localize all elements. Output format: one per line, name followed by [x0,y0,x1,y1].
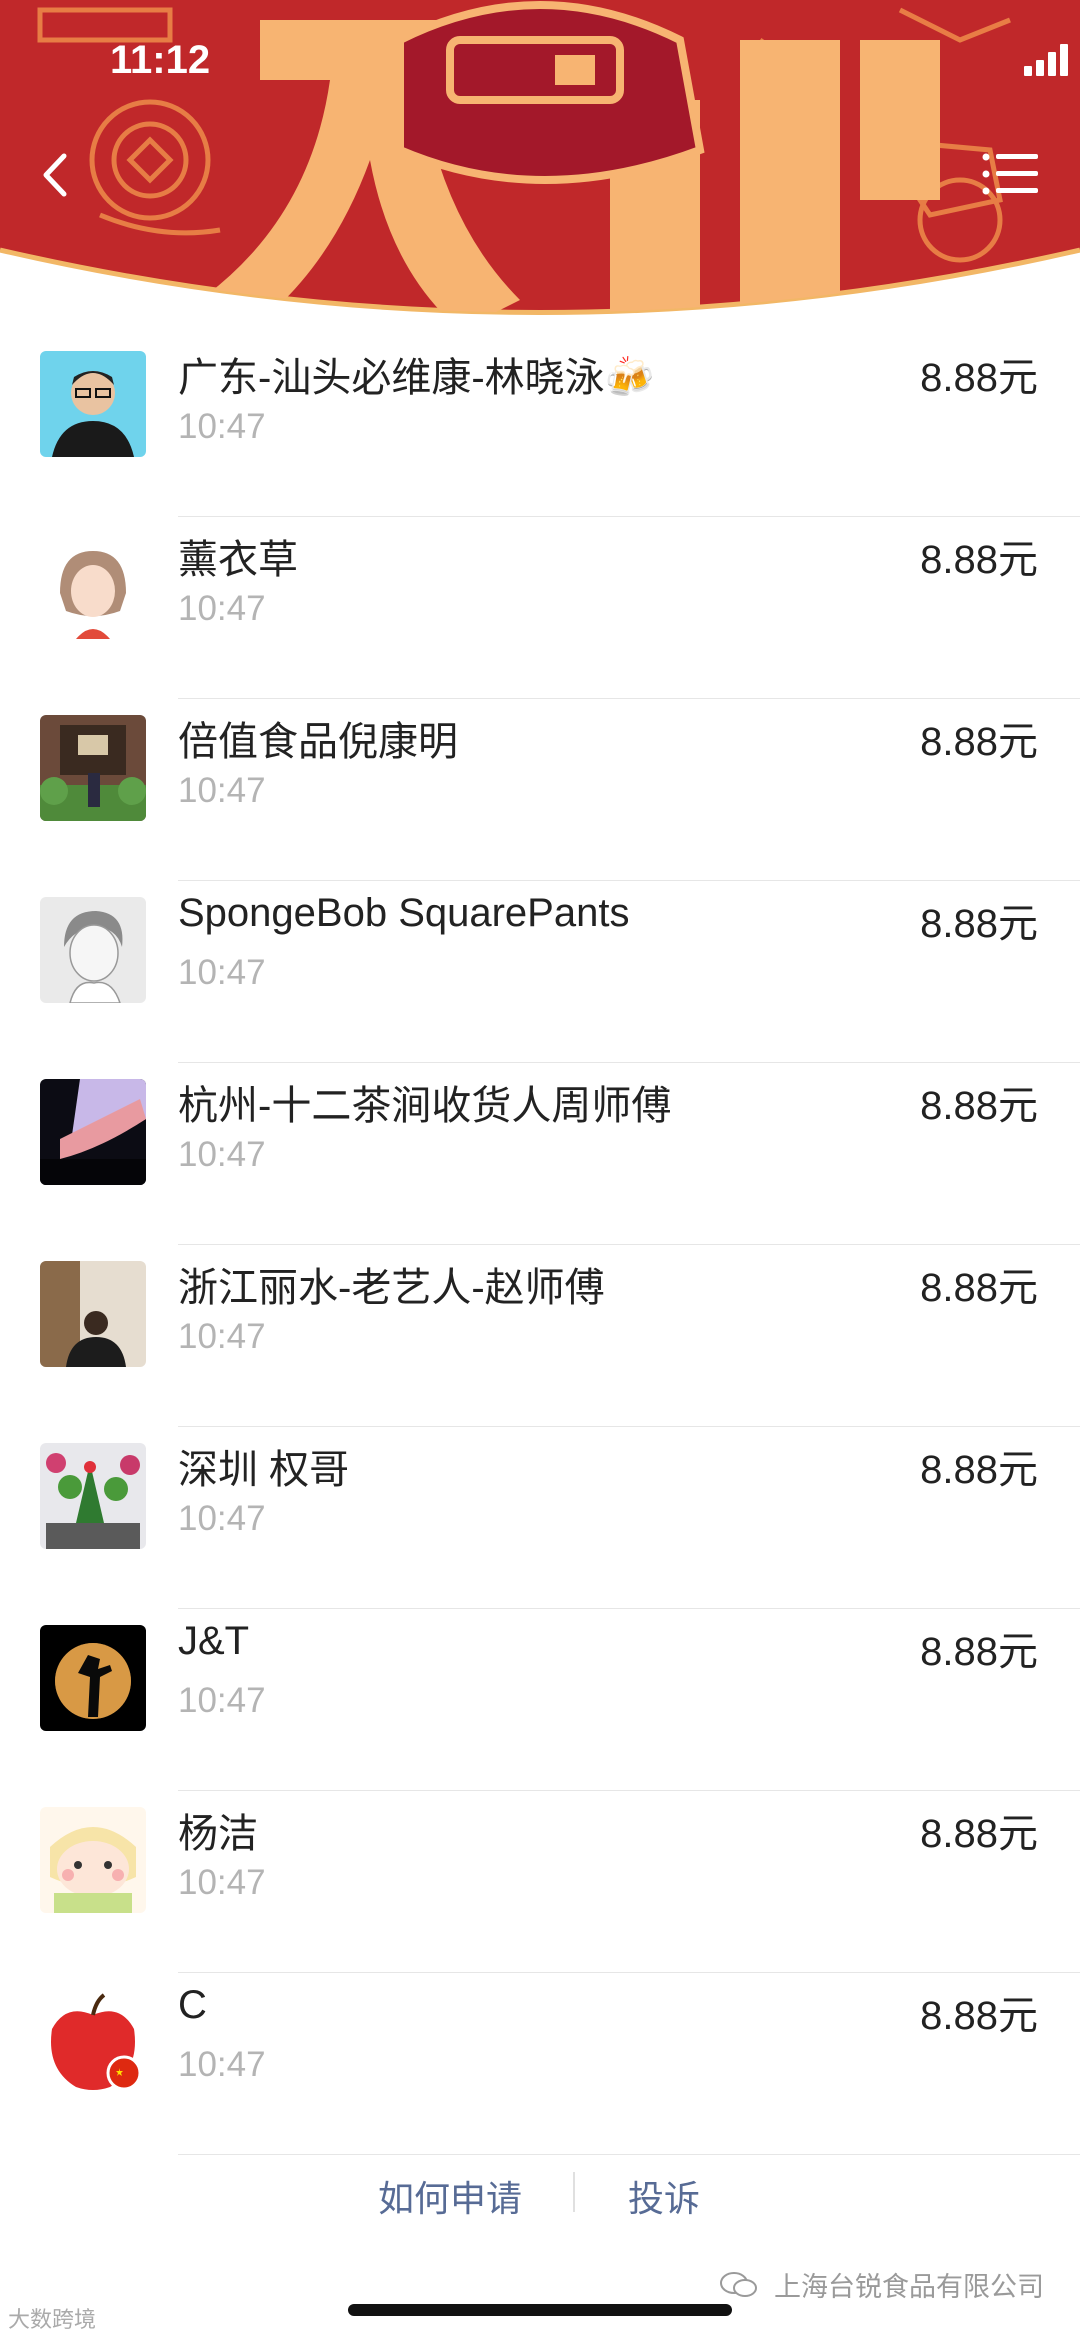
list-item[interactable]: C 10:47 8.88元 [0,1973,1080,2155]
home-indicator[interactable] [348,2304,732,2316]
sender-name: J&T [178,1619,250,1663]
avatar [40,351,146,457]
list-item[interactable]: 倍值食品倪康明 10:47 8.88元 [0,699,1080,881]
received-time: 10:47 [178,1317,266,1356]
watermark: 上海台锐食品有限公司 [719,2265,1044,2307]
list-item[interactable]: 深圳 权哥 10:47 8.88元 [0,1427,1080,1609]
sender-name: SpongeBob SquarePants [178,891,630,935]
how-to-apply-link[interactable]: 如何申请 [378,2170,522,2222]
footer-links: 如何申请 投诉 [0,2162,1080,2222]
list-item[interactable]: 广东-汕头必维康-林晓泳🍻 10:47 8.88元 [0,335,1080,517]
received-time: 10:47 [178,1863,266,1902]
avatar [40,897,146,1003]
red-packet-header: 11:12 [0,0,1080,330]
signal-icon [1024,44,1068,76]
sender-name: 浙江丽水-老艺人-赵师傅 [178,1266,605,1310]
link-separator [573,2172,575,2212]
avatar [40,1443,146,1549]
sender-name: 广东-汕头必维康-林晓泳🍻 [178,356,655,400]
list-item[interactable]: 杭州-十二茶涧收货人周师傅 10:47 8.88元 [0,1063,1080,1245]
received-time: 10:47 [178,1681,266,1720]
received-time: 10:47 [178,953,266,992]
divider [178,2154,1080,2155]
received-time: 10:47 [178,407,266,446]
received-time: 10:47 [178,589,266,628]
avatar [40,1807,146,1913]
receipt-list: 广东-汕头必维康-林晓泳🍻 10:47 8.88元 薰衣草 10:47 8.88… [0,335,1080,2155]
received-time: 10:47 [178,771,266,810]
received-time: 10:47 [178,2045,266,2084]
amount: 8.88元 [920,1630,1038,1674]
sender-name: 薰衣草 [178,538,298,582]
list-item[interactable]: 浙江丽水-老艺人-赵师傅 10:47 8.88元 [0,1245,1080,1427]
amount: 8.88元 [920,538,1038,582]
chevron-left-icon [43,153,67,197]
watermark-left: 大数跨境 [8,2308,97,2333]
sender-name: C [178,1983,207,2027]
amount: 8.88元 [920,902,1038,946]
avatar [40,533,146,639]
complain-link[interactable]: 投诉 [628,2170,700,2222]
menu-button[interactable] [982,152,1038,196]
list-item[interactable]: J&T 10:47 8.88元 [0,1609,1080,1791]
back-button[interactable] [36,150,76,200]
amount: 8.88元 [920,1448,1038,1492]
list-item[interactable]: SpongeBob SquarePants 10:47 8.88元 [0,881,1080,1063]
received-time: 10:47 [178,1135,266,1174]
sender-name: 倍值食品倪康明 [178,720,458,764]
list-menu-icon [982,153,1038,195]
amount: 8.88元 [920,720,1038,764]
amount: 8.88元 [920,1084,1038,1128]
amount: 8.88元 [920,1266,1038,1310]
avatar [40,1625,146,1731]
list-item[interactable]: 薰衣草 10:47 8.88元 [0,517,1080,699]
avatar [40,1989,146,2095]
helmet-art [396,1,705,184]
sender-name: 杨洁 [178,1812,258,1856]
sender-name: 杭州-十二茶涧收货人周师傅 [178,1084,672,1128]
wechat-icon [719,2270,759,2307]
avatar [40,715,146,821]
list-item[interactable]: 杨洁 10:47 8.88元 [0,1791,1080,1973]
sender-name: 深圳 权哥 [178,1448,350,1492]
received-time: 10:47 [178,1499,266,1538]
amount: 8.88元 [920,1812,1038,1856]
amount: 8.88元 [920,1994,1038,2038]
avatar [40,1261,146,1367]
amount: 8.88元 [920,356,1038,400]
avatar [40,1079,146,1185]
watermark-text: 上海台锐食品有限公司 [774,2272,1044,2303]
status-time: 11:12 [110,38,211,82]
